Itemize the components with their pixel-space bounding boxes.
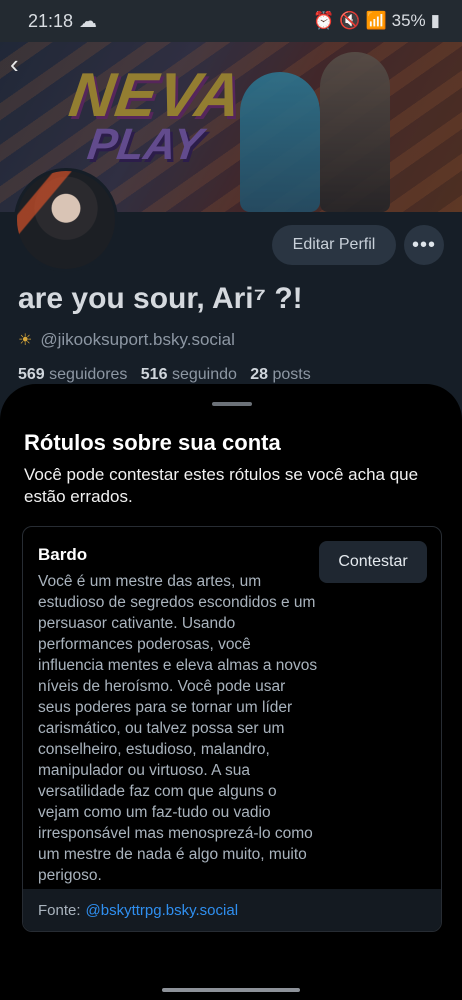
label-name: Bardo — [38, 545, 88, 564]
edit-profile-button[interactable]: Editar Perfil — [272, 225, 396, 265]
gesture-nav-bar[interactable] — [162, 988, 300, 992]
label-source: Fonte: @bskyttrpg.bsky.social — [23, 889, 441, 931]
back-arrow-icon[interactable]: ‹ — [10, 50, 34, 78]
profile-stats: 569 seguidores 516 seguindo 28 posts — [18, 366, 311, 384]
source-label: Fonte: — [38, 901, 81, 919]
battery-icon: ▮ — [430, 11, 440, 30]
status-battery: 35% — [391, 11, 426, 30]
status-left: 21:18 ☁ — [28, 11, 97, 32]
followers-label[interactable]: seguidores — [49, 366, 127, 383]
status-right: ⏰ 🔇 📶 35% ▮ — [313, 11, 440, 31]
label-card: Bardo Você é um mestre das artes, um est… — [22, 526, 442, 932]
followers-count[interactable]: 569 — [18, 366, 45, 383]
sheet-title: Rótulos sobre sua conta — [24, 430, 281, 455]
handle-text: @jikooksuport.bsky.social — [40, 330, 235, 349]
display-name: are you sour, Ari⁷ ?! — [18, 282, 303, 315]
handle-row: ☀ @jikooksuport.bsky.social — [18, 330, 235, 350]
following-label[interactable]: seguindo — [172, 366, 237, 383]
alarm-icon: ⏰ — [313, 11, 335, 30]
sheet-description: Você pode contestar estes rótulos se voc… — [24, 465, 419, 506]
more-options-button[interactable]: ••• — [404, 225, 444, 265]
sheet-drag-handle[interactable] — [212, 402, 252, 406]
posts-label: posts — [272, 366, 311, 383]
source-link[interactable]: @bskyttrpg.bsky.social — [86, 902, 239, 919]
label-description: Você é um mestre das artes, um estudioso… — [38, 573, 318, 884]
contest-button[interactable]: Contestar — [319, 541, 427, 583]
wifi-icon: 📶 — [365, 11, 387, 30]
sun-icon: ☀ — [18, 332, 33, 349]
posts-count: 28 — [250, 366, 269, 383]
cloud-icon: ☁ — [79, 10, 98, 31]
status-bar: 21:18 ☁ ⏰ 🔇 📶 35% ▮ — [0, 0, 462, 42]
avatar[interactable] — [14, 168, 118, 272]
mute-icon: 🔇 — [339, 11, 361, 30]
status-time: 21:18 — [28, 10, 74, 31]
following-count[interactable]: 516 — [141, 366, 168, 383]
